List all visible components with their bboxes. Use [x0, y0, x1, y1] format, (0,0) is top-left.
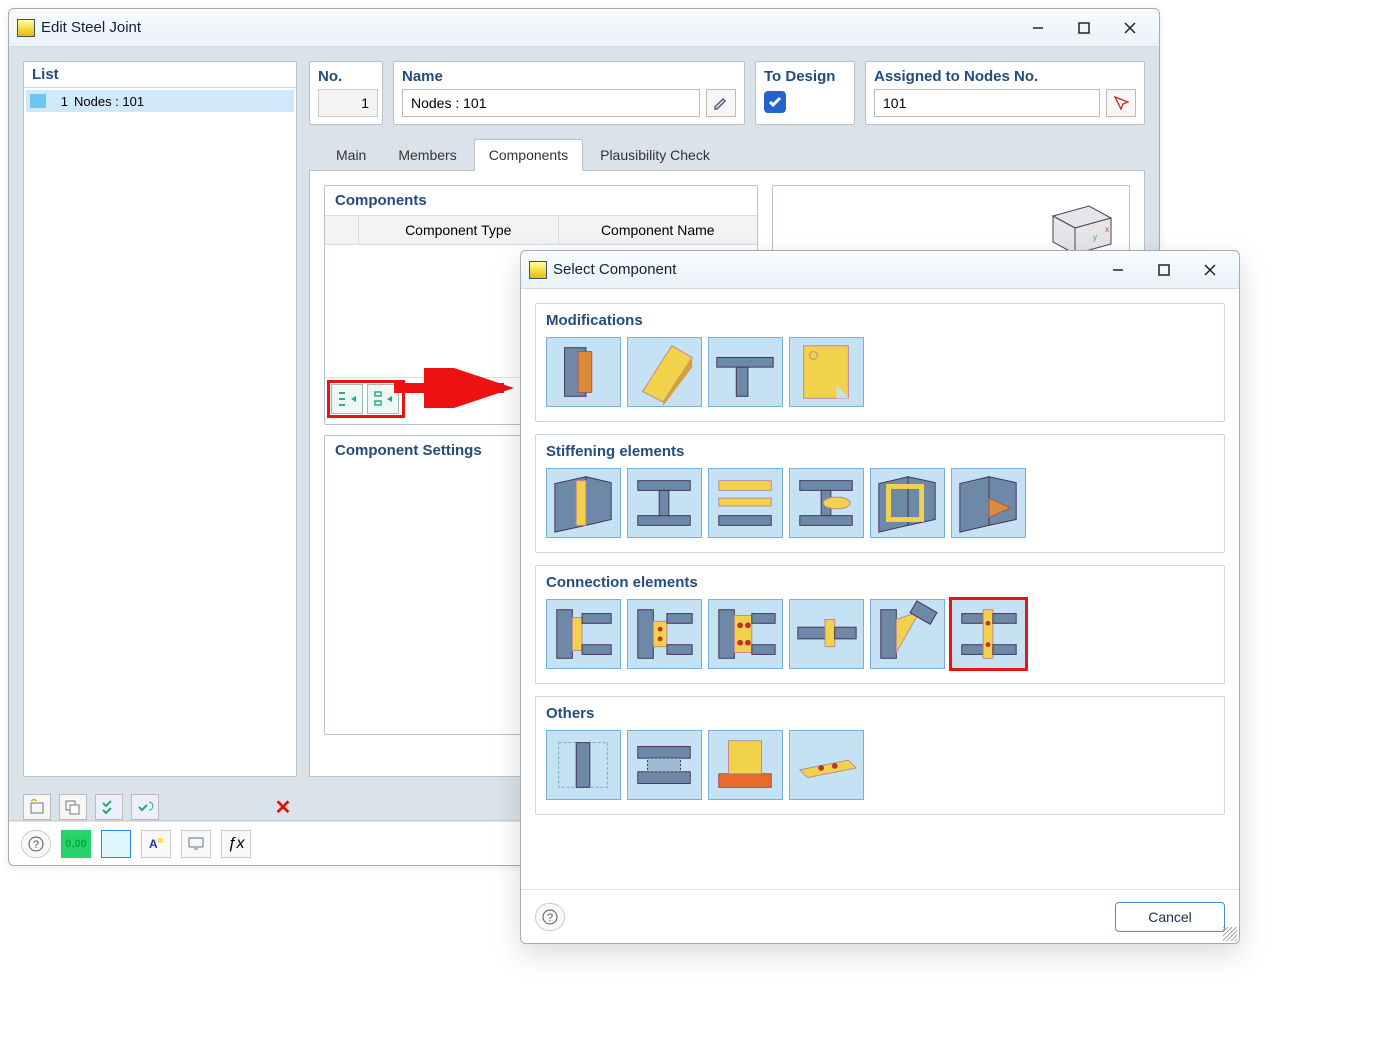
no-field-block: No.	[309, 61, 383, 125]
component-tile-other-1[interactable]	[546, 730, 621, 800]
copy-item-button[interactable]	[59, 794, 87, 820]
component-tile-connection-2[interactable]	[627, 599, 702, 669]
component-tile-plate-to-plate[interactable]	[951, 599, 1026, 669]
maximize-button[interactable]	[1141, 255, 1187, 285]
dialog-title: Edit Steel Joint	[41, 19, 1015, 36]
component-tile-stiffener-2[interactable]	[627, 468, 702, 538]
resize-grip[interactable]	[1223, 927, 1237, 941]
check-reload-button[interactable]	[131, 794, 159, 820]
maximize-button[interactable]	[1061, 13, 1107, 43]
component-tile-connection-3[interactable]	[708, 599, 783, 669]
close-button[interactable]	[1107, 13, 1153, 43]
cancel-button[interactable]: Cancel	[1115, 902, 1225, 932]
name-label: Name	[402, 66, 736, 89]
component-tile-modification-4[interactable]	[789, 337, 864, 407]
group-title-modifications: Modifications	[546, 312, 1214, 337]
component-tile-other-4[interactable]	[789, 730, 864, 800]
components-table-header: Component Type Component Name	[325, 215, 757, 245]
delete-icon: ✕	[275, 795, 292, 820]
svg-text:?: ?	[547, 912, 553, 924]
components-title: Components	[325, 186, 757, 215]
component-tile-modification-2[interactable]	[627, 337, 702, 407]
list-header: List	[24, 62, 296, 88]
pick-nodes-button[interactable]	[1106, 89, 1136, 117]
edit-name-button[interactable]	[706, 89, 736, 117]
list-item-label: Nodes : 101	[74, 94, 144, 109]
component-tile-connection-1[interactable]	[546, 599, 621, 669]
titlebar-main: Edit Steel Joint	[9, 9, 1159, 47]
list-item[interactable]: 1 Nodes : 101	[26, 90, 294, 112]
tab-members[interactable]: Members	[383, 139, 471, 170]
select-dialog-title: Select Component	[553, 261, 1095, 278]
minimize-button[interactable]	[1015, 13, 1061, 43]
display-settings-button[interactable]	[181, 830, 211, 858]
to-design-label: To Design	[764, 66, 846, 89]
group-title-others: Others	[546, 705, 1214, 730]
no-input[interactable]	[318, 89, 378, 117]
field-row: No. Name To Design Assigned to N	[309, 61, 1145, 125]
component-tile-stiffener-5[interactable]	[870, 468, 945, 538]
assigned-nodes-block: Assigned to Nodes No.	[865, 61, 1145, 125]
component-tile-connection-4[interactable]	[789, 599, 864, 669]
to-design-checkbox[interactable]	[764, 91, 786, 113]
col-component-name: Component Name	[559, 216, 758, 244]
component-tile-stiffener-3[interactable]	[708, 468, 783, 538]
tab-bar: Main Members Components Plausibility Che…	[309, 135, 1145, 171]
component-tile-modification-1[interactable]	[546, 337, 621, 407]
to-design-block: To Design	[755, 61, 855, 125]
tab-components[interactable]: Components	[474, 139, 583, 171]
svg-text:y: y	[1093, 233, 1097, 242]
select-body: Modifications Stiffening elements Connec…	[521, 289, 1239, 889]
component-tile-stiffener-4[interactable]	[789, 468, 864, 538]
close-button[interactable]	[1187, 255, 1233, 285]
select-footer: ? Cancel	[521, 889, 1239, 943]
svg-text:A: A	[149, 837, 158, 851]
tab-main[interactable]: Main	[321, 139, 381, 170]
check-all-button[interactable]	[95, 794, 123, 820]
group-title-stiffening: Stiffening elements	[546, 443, 1214, 468]
svg-text:?: ?	[33, 839, 39, 851]
group-modifications: Modifications	[535, 303, 1225, 422]
svg-text:x: x	[1105, 225, 1109, 234]
component-tile-modification-3[interactable]	[708, 337, 783, 407]
assigned-nodes-input[interactable]	[874, 89, 1100, 117]
add-component-button[interactable]	[331, 384, 363, 414]
name-input[interactable]	[402, 89, 700, 117]
component-tile-stiffener-6[interactable]	[951, 468, 1026, 538]
list-pane: List 1 Nodes : 101	[23, 61, 297, 777]
titlebar-select: Select Component	[521, 251, 1239, 289]
font-settings-button[interactable]: A	[141, 830, 171, 858]
component-tile-other-3[interactable]	[708, 730, 783, 800]
group-stiffening: Stiffening elements	[535, 434, 1225, 553]
app-icon	[529, 261, 547, 279]
list-item-number: 1	[50, 94, 74, 109]
delete-item-button[interactable]: ✕	[269, 794, 297, 820]
no-label: No.	[318, 66, 374, 89]
add-from-library-button[interactable]	[367, 384, 399, 414]
row-header-corner	[325, 216, 359, 244]
col-component-type: Component Type	[359, 216, 559, 244]
formula-button[interactable]: ƒx	[221, 830, 251, 858]
color-picker-button[interactable]	[101, 830, 131, 858]
tab-plausibility[interactable]: Plausibility Check	[585, 139, 725, 170]
component-tile-other-2[interactable]	[627, 730, 702, 800]
group-title-connection: Connection elements	[546, 574, 1214, 599]
group-connection: Connection elements Plate to Plate	[535, 565, 1225, 684]
list-body: 1 Nodes : 101	[24, 88, 296, 772]
minimize-button[interactable]	[1095, 255, 1141, 285]
assigned-label: Assigned to Nodes No.	[874, 66, 1136, 89]
select-component-dialog: Select Component Modifications Stiffenin…	[520, 250, 1240, 944]
group-others: Others	[535, 696, 1225, 815]
name-field-block: Name	[393, 61, 745, 125]
component-tile-connection-5[interactable]	[870, 599, 945, 669]
help-button[interactable]: ?	[535, 903, 565, 931]
component-tile-stiffener-1[interactable]	[546, 468, 621, 538]
list-item-marker	[30, 94, 46, 108]
new-item-button[interactable]	[23, 794, 51, 820]
app-icon	[17, 19, 35, 37]
units-button[interactable]: 0,00	[61, 830, 91, 858]
help-button[interactable]: ?	[21, 830, 51, 858]
